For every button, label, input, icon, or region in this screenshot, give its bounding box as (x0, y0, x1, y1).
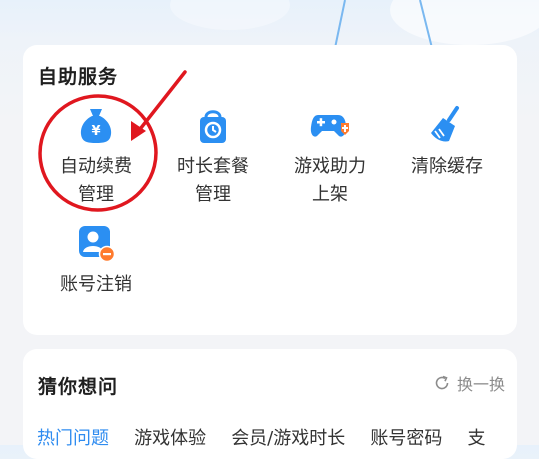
svg-text:¥: ¥ (91, 124, 100, 139)
account-cancellation-label: 账号注销 (60, 274, 132, 295)
tab-payment[interactable]: 支 (467, 424, 485, 450)
refresh-button[interactable]: 换一换 (433, 371, 505, 395)
game-boost-label-1: 游戏助力 (294, 156, 366, 177)
self-service-title: 自助服务 (38, 66, 119, 88)
tab-account-password[interactable]: 账号密码 (370, 424, 442, 450)
self-service-card: 自助服务 ¥ 自动续费 管理 时长套餐 管理 游戏助力 上架 清除缓存 账号注销 (23, 45, 517, 335)
user-remove-icon (79, 226, 116, 263)
auto-renewal-label-2: 管理 (78, 184, 114, 205)
tab-game-experience[interactable]: 游戏体验 (134, 424, 206, 450)
duration-package-label-1: 时长套餐 (177, 156, 249, 177)
clock-bag-icon (200, 110, 226, 143)
faq-tabs: 热门问题 游戏体验 会员/游戏时长 账号密码 支 (37, 424, 505, 450)
faq-card: 猜你想问 换一换 热门问题 游戏体验 会员/游戏时长 账号密码 支 (23, 349, 517, 459)
auto-renewal-label-1: 自动续费 (60, 156, 132, 177)
gamepad-icon (310, 115, 349, 137)
account-cancellation-button[interactable]: 账号注销 (37, 223, 155, 299)
duration-package-label-2: 管理 (195, 184, 231, 205)
game-boost-label-2: 上架 (312, 184, 348, 205)
tab-membership-game-time[interactable]: 会员/游戏时长 (231, 424, 345, 450)
auto-renewal-button[interactable]: ¥ 自动续费 管理 (37, 105, 155, 209)
tab-hot-questions[interactable]: 热门问题 (37, 424, 109, 450)
refresh-label: 换一换 (456, 375, 505, 394)
money-bag-icon: ¥ (80, 109, 112, 143)
broom-icon (431, 106, 459, 142)
clear-cache-label: 清除缓存 (411, 156, 483, 177)
duration-package-button[interactable]: 时长套餐 管理 (154, 105, 272, 209)
clear-cache-button[interactable]: 清除缓存 (388, 105, 506, 181)
refresh-icon (435, 375, 449, 390)
faq-title: 猜你想问 (38, 376, 119, 398)
game-boost-button[interactable]: 游戏助力 上架 (271, 105, 389, 209)
